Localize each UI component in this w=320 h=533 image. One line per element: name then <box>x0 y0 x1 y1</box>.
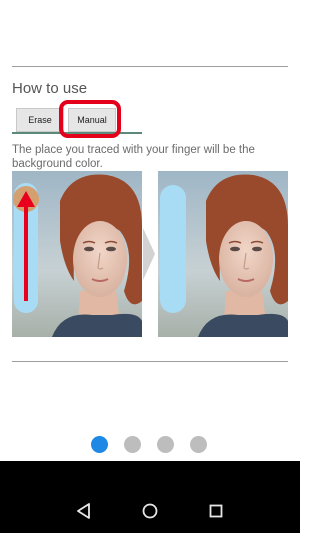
chevron-right-icon <box>143 228 155 280</box>
system-nav-bar <box>0 461 300 533</box>
recents-square-icon[interactable] <box>206 501 226 521</box>
section-title: How to use <box>12 80 88 97</box>
page-dot-1[interactable] <box>91 436 108 453</box>
example-photo-after <box>158 171 288 337</box>
filled-background-stroke <box>160 185 186 313</box>
portrait-before-image <box>12 171 142 337</box>
page-dot-2[interactable] <box>124 436 141 453</box>
page-indicator <box>91 436 207 453</box>
top-divider <box>12 66 288 67</box>
tab-erase[interactable]: Erase <box>16 108 64 132</box>
page-dot-4[interactable] <box>190 436 207 453</box>
manual-highlight-box <box>59 100 121 138</box>
mode-tabs: Erase Manual <box>12 104 288 134</box>
example-photo-before <box>12 171 142 337</box>
page-dot-3[interactable] <box>157 436 174 453</box>
instruction-text: The place you traced with your finger wi… <box>12 144 255 170</box>
portrait-after-image <box>158 171 288 337</box>
back-triangle-icon[interactable] <box>74 501 94 521</box>
home-circle-icon[interactable] <box>140 501 160 521</box>
bottom-divider <box>12 361 288 362</box>
